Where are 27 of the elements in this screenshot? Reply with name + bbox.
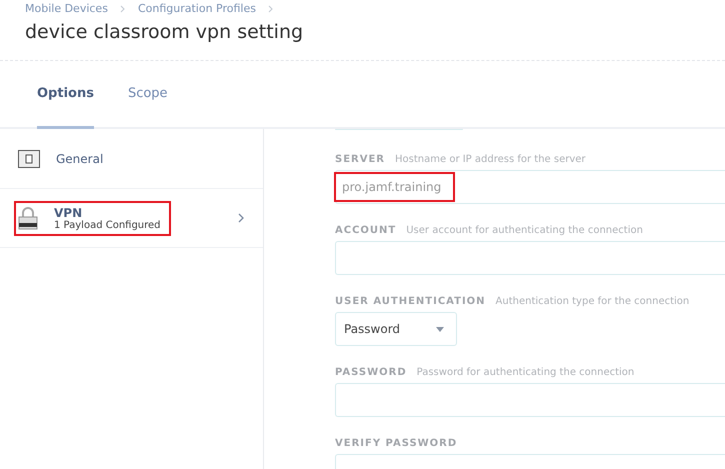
field-hint: Authentication type for the connection: [496, 296, 690, 307]
item-title: General: [56, 152, 104, 166]
caret-icon: [436, 326, 444, 332]
switch-icon: [18, 150, 40, 168]
field-label: PASSWORD: [335, 367, 407, 378]
padlock-icon: [18, 206, 38, 230]
tab[interactable]: Options: [37, 61, 94, 129]
page-title: device classroom vpn setting: [25, 21, 304, 43]
chevron-icon: [237, 212, 245, 224]
sidebar-item[interactable]: General: [0, 129, 263, 189]
field-label: VERIFY PASSWORD: [335, 438, 458, 449]
field-value: pro.jamf.training: [342, 180, 442, 194]
field-hint: Hostname or IP address for the server: [395, 154, 586, 165]
field-hint: Password for authenticating the connection: [416, 367, 634, 378]
input-field[interactable]: [335, 383, 725, 417]
sidebar-item[interactable]: VPN 1 Payload Configured: [0, 189, 263, 248]
item-title: VPN: [54, 206, 84, 220]
tab[interactable]: Scope: [128, 61, 168, 129]
item-detail: 1 Payload Configured: [54, 220, 161, 230]
chevron-icon: [268, 4, 274, 12]
field-label: USER AUTHENTICATION: [335, 296, 486, 307]
dropdown[interactable]: Password: [335, 312, 457, 346]
field-label: ACCOUNT: [335, 225, 396, 236]
input-field[interactable]: [335, 241, 725, 275]
chevron-icon: [120, 4, 126, 12]
field-hint: User account for authenticating the connection: [406, 225, 643, 236]
field-label: SERVER: [335, 154, 386, 165]
